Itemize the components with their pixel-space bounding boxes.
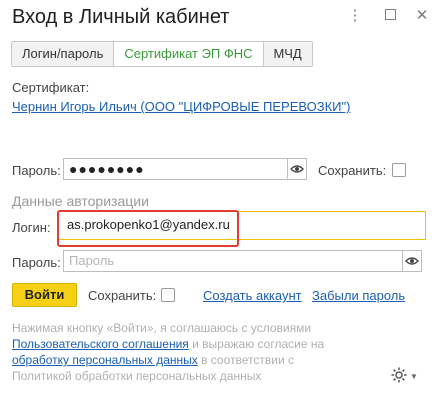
- password-placeholder: Пароль: [69, 253, 115, 268]
- gear-icon[interactable]: [390, 366, 408, 384]
- tab-fns-certificate[interactable]: Сертификат ЭП ФНС: [114, 42, 264, 66]
- chevron-down-icon[interactable]: ▼: [410, 372, 418, 381]
- login-button[interactable]: Войти: [12, 283, 77, 307]
- cert-save-label: Сохранить:: [318, 163, 387, 178]
- login-method-tabs: Логин/пароль Сертификат ЭП ФНС МЧД: [11, 41, 313, 67]
- certificate-link[interactable]: Чернин Игорь Ильич (ООО "ЦИФРОВЫЕ ПЕРЕВО…: [12, 99, 350, 114]
- cert-password-value: ●●●●●●●●: [69, 161, 145, 177]
- personal-data-link[interactable]: обработку персональных данных: [12, 353, 198, 367]
- save-label: Сохранить:: [88, 288, 157, 303]
- eye-icon[interactable]: [403, 250, 422, 272]
- consent-text: Нажимая кнопку «Войти», я соглашаюсь с у…: [12, 320, 352, 384]
- create-account-link[interactable]: Создать аккаунт: [203, 288, 302, 303]
- certificate-label: Сертификат:: [12, 80, 90, 95]
- close-icon[interactable]: ✕: [414, 8, 430, 24]
- forgot-password-link[interactable]: Забыли пароль: [312, 288, 405, 303]
- tab-mchd[interactable]: МЧД: [263, 42, 312, 66]
- login-highlight-frame: [57, 210, 239, 247]
- cert-password-field[interactable]: ●●●●●●●●: [63, 158, 288, 180]
- password-label: Пароль:: [12, 255, 61, 270]
- consent-text-part: и выражаю согласие на: [188, 337, 325, 351]
- kebab-menu-icon[interactable]: ⋮: [347, 8, 363, 24]
- save-checkbox[interactable]: [161, 288, 175, 302]
- tab-login-password[interactable]: Логин/пароль: [12, 42, 115, 66]
- password-field[interactable]: Пароль: [63, 250, 403, 272]
- user-agreement-link[interactable]: Пользовательского соглашения: [12, 337, 189, 351]
- cert-save-checkbox[interactable]: [392, 163, 406, 177]
- login-label: Логин:: [12, 220, 51, 235]
- auth-section-title: Данные авторизации: [12, 193, 149, 209]
- window-title: Вход в Личный кабинет: [12, 6, 230, 28]
- eye-icon[interactable]: [288, 158, 307, 180]
- consent-text-part: Нажимая кнопку «Войти», я соглашаюсь с у…: [12, 321, 312, 335]
- cert-password-label: Пароль:: [12, 163, 61, 178]
- maximize-icon[interactable]: [382, 8, 398, 24]
